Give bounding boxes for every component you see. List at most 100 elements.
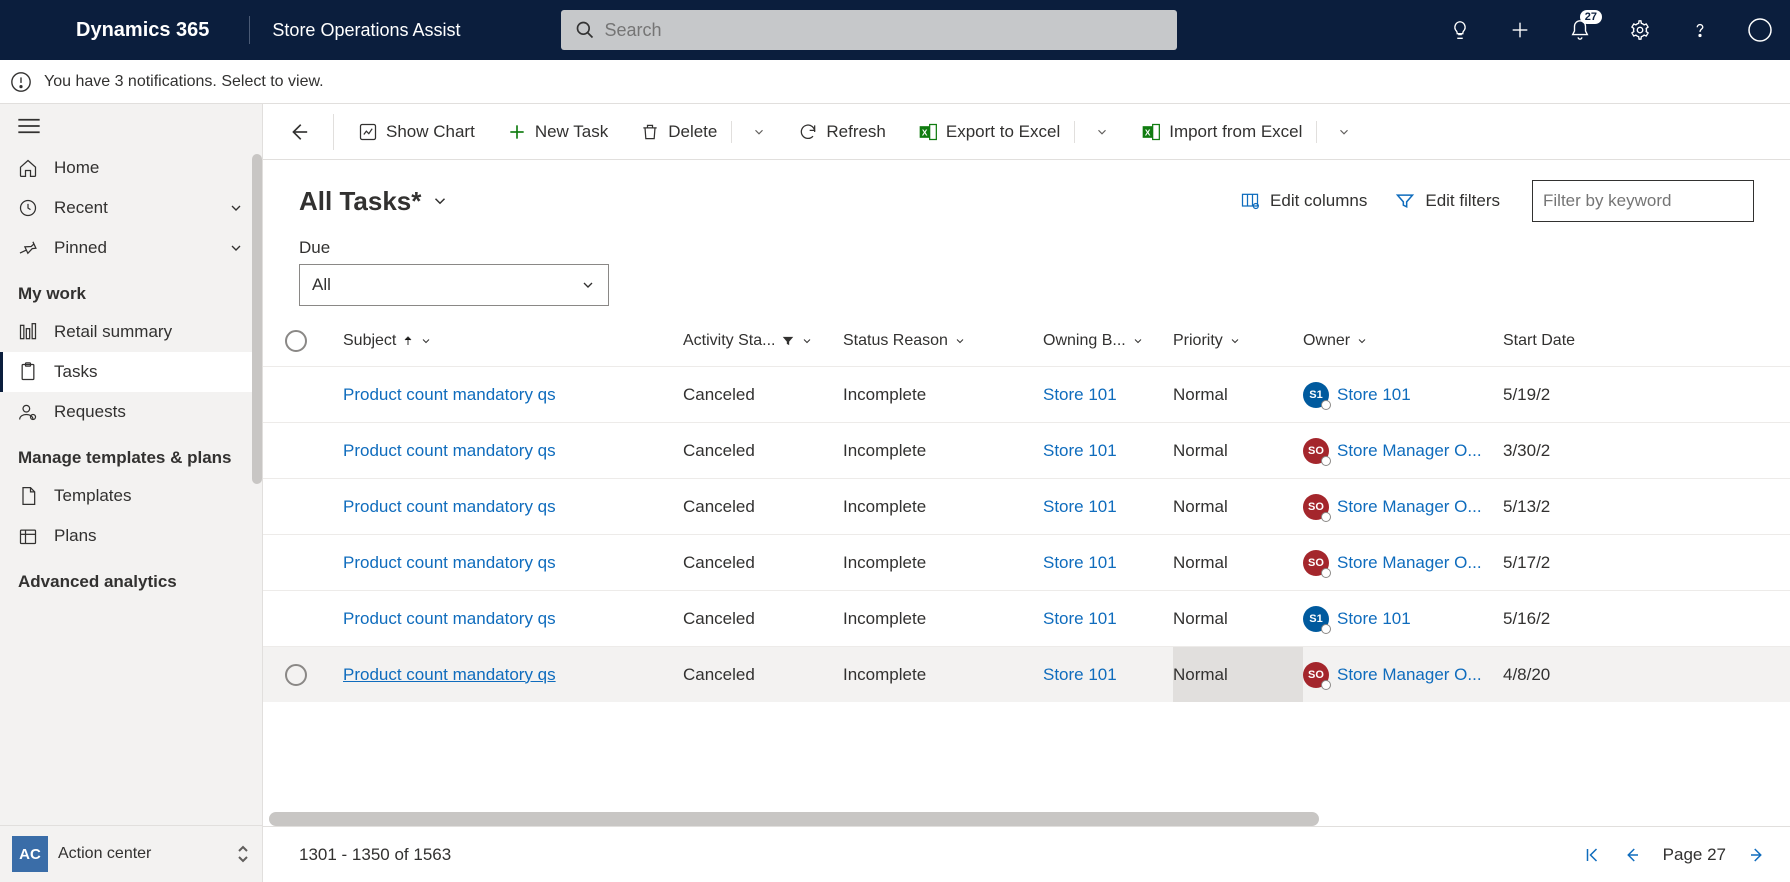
col-start-date[interactable]: Start Date <box>1503 332 1603 350</box>
owner-link[interactable]: Store 101 <box>1337 385 1411 405</box>
owner-link[interactable]: Store Manager O... <box>1337 497 1482 517</box>
nav-home[interactable]: Home <box>0 148 262 188</box>
plus-icon[interactable] <box>1508 18 1532 42</box>
search-input[interactable] <box>605 20 1163 41</box>
col-status-reason[interactable]: Status Reason <box>843 332 1043 350</box>
nav-group-analytics: Advanced analytics <box>0 556 262 600</box>
nav-pinned[interactable]: Pinned <box>0 228 262 268</box>
edit-columns-button[interactable]: Edit columns <box>1240 191 1367 211</box>
chevron-down-icon <box>1356 335 1368 347</box>
notifications-icon[interactable]: 27 <box>1568 18 1592 42</box>
export-button[interactable]: X Export to Excel <box>904 115 1123 149</box>
notification-bar[interactable]: You have 3 notifications. Select to view… <box>0 60 1790 104</box>
cmd-label: Show Chart <box>386 122 475 142</box>
notification-message: You have 3 notifications. Select to view… <box>44 73 324 91</box>
row-checkbox[interactable] <box>285 664 307 686</box>
subject-link[interactable]: Product count mandatory qs <box>343 665 556 684</box>
gear-icon[interactable] <box>1628 18 1652 42</box>
table-row[interactable]: Product count mandatory qs Canceled Inco… <box>263 646 1790 702</box>
new-task-button[interactable]: New Task <box>493 116 622 148</box>
horizontal-scrollbar[interactable] <box>269 812 1784 826</box>
table-row[interactable]: Product count mandatory qs Canceled Inco… <box>263 478 1790 534</box>
col-priority[interactable]: Priority <box>1173 332 1303 350</box>
due-dropdown[interactable]: All <box>299 264 609 306</box>
chevron-down-icon[interactable] <box>752 125 766 139</box>
nav-recent[interactable]: Recent <box>0 188 262 228</box>
col-owning-bu[interactable]: Owning B... <box>1043 332 1173 350</box>
owning-bu-link[interactable]: Store 101 <box>1043 553 1117 572</box>
plans-icon <box>18 526 38 546</box>
nav-templates[interactable]: Templates <box>0 476 262 516</box>
col-owner[interactable]: Owner <box>1303 332 1503 350</box>
keyword-filter[interactable] <box>1532 180 1754 222</box>
col-activity-status[interactable]: Activity Sta... <box>683 332 843 350</box>
alert-icon <box>10 71 32 93</box>
svg-text:X: X <box>922 127 928 137</box>
owner-link[interactable]: Store Manager O... <box>1337 665 1482 685</box>
status-reason-cell: Incomplete <box>843 553 1043 573</box>
lightbulb-icon[interactable] <box>1448 18 1472 42</box>
edit-filters-button[interactable]: Edit filters <box>1395 191 1500 211</box>
table-row[interactable]: Product count mandatory qs Canceled Inco… <box>263 534 1790 590</box>
owning-bu-link[interactable]: Store 101 <box>1043 441 1117 460</box>
nav-retail-summary[interactable]: Retail summary <box>0 312 262 352</box>
chevron-down-icon[interactable] <box>1337 125 1351 139</box>
hamburger-button[interactable] <box>0 104 262 148</box>
brand-name: Dynamics 365 <box>0 19 237 42</box>
owner-avatar: SO <box>1303 550 1329 576</box>
activity-status-cell: Canceled <box>683 441 843 461</box>
keyword-input[interactable] <box>1543 191 1743 211</box>
templates-icon <box>18 486 38 506</box>
sidebar-scrollbar[interactable] <box>252 154 262 484</box>
first-page-button[interactable] <box>1583 846 1601 864</box>
next-page-button[interactable] <box>1748 846 1766 864</box>
show-chart-button[interactable]: Show Chart <box>344 116 489 148</box>
area-switcher[interactable]: AC Action center <box>0 825 262 882</box>
owner-avatar: S1 <box>1303 606 1329 632</box>
chevron-down-icon <box>801 335 813 347</box>
status-reason-cell: Incomplete <box>843 609 1043 629</box>
delete-button[interactable]: Delete <box>626 115 780 149</box>
global-search[interactable] <box>561 10 1177 50</box>
nav-group-my-work: My work <box>0 268 262 312</box>
view-selector[interactable]: All Tasks* <box>299 186 449 217</box>
account-icon[interactable] <box>1748 18 1772 42</box>
owning-bu-link[interactable]: Store 101 <box>1043 665 1117 684</box>
area-avatar: AC <box>12 836 48 872</box>
nav-label: Retail summary <box>54 322 172 342</box>
col-subject[interactable]: Subject <box>343 332 683 350</box>
table-row[interactable]: Product count mandatory qs Canceled Inco… <box>263 590 1790 646</box>
sort-asc-icon <box>402 335 414 347</box>
owner-link[interactable]: Store 101 <box>1337 609 1411 629</box>
refresh-button[interactable]: Refresh <box>784 116 900 148</box>
table-row[interactable]: Product count mandatory qs Canceled Inco… <box>263 422 1790 478</box>
subject-link[interactable]: Product count mandatory qs <box>343 553 556 572</box>
subject-link[interactable]: Product count mandatory qs <box>343 385 556 404</box>
nav-tasks[interactable]: Tasks <box>0 352 262 392</box>
back-button[interactable] <box>273 113 323 151</box>
subject-link[interactable]: Product count mandatory qs <box>343 497 556 516</box>
owning-bu-link[interactable]: Store 101 <box>1043 497 1117 516</box>
chevron-down-icon <box>420 335 432 347</box>
nav-requests[interactable]: Requests <box>0 392 262 432</box>
subject-link[interactable]: Product count mandatory qs <box>343 441 556 460</box>
table-row[interactable]: Product count mandatory qs Canceled Inco… <box>263 366 1790 422</box>
owner-link[interactable]: Store Manager O... <box>1337 441 1482 461</box>
subject-link[interactable]: Product count mandatory qs <box>343 609 556 628</box>
col-label: Owner <box>1303 332 1350 350</box>
nav-label: Plans <box>54 526 97 546</box>
select-all-checkbox[interactable] <box>285 330 307 352</box>
help-icon[interactable] <box>1688 18 1712 42</box>
col-label: Subject <box>343 332 396 350</box>
area-label: Action center <box>58 845 151 863</box>
chevron-down-icon[interactable] <box>1095 125 1109 139</box>
owner-link[interactable]: Store Manager O... <box>1337 553 1482 573</box>
nav-plans[interactable]: Plans <box>0 516 262 556</box>
start-date-cell: 5/17/2 <box>1503 553 1603 573</box>
tasks-icon <box>18 362 38 382</box>
owning-bu-link[interactable]: Store 101 <box>1043 385 1117 404</box>
import-button[interactable]: X Import from Excel <box>1127 115 1365 149</box>
nav-label: Home <box>54 158 99 178</box>
owning-bu-link[interactable]: Store 101 <box>1043 609 1117 628</box>
prev-page-button[interactable] <box>1623 846 1641 864</box>
